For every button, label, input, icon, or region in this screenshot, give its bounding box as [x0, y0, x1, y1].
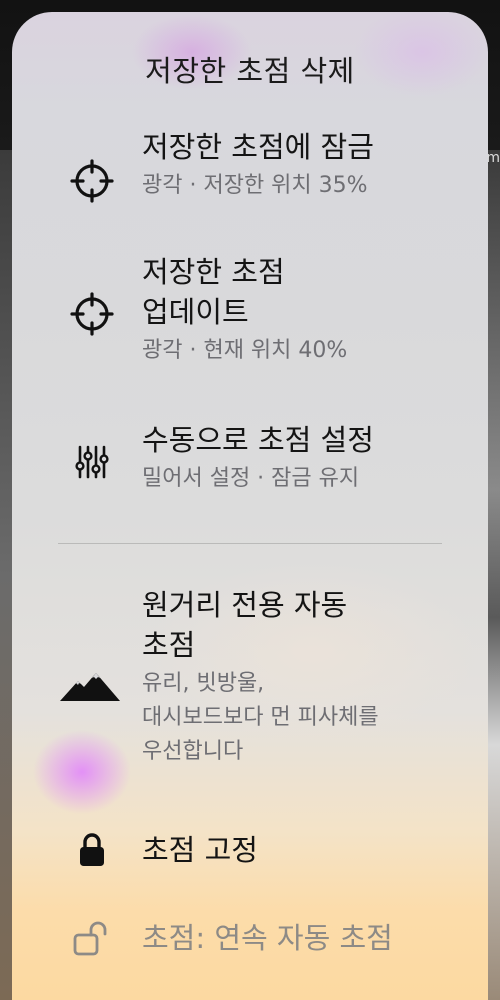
item-subtitle-line1: 유리, 빗방울,: [142, 671, 265, 696]
item-label: 저장한 초점에 잠금: [142, 130, 374, 164]
item-label-line2: 업데이트: [142, 295, 249, 329]
item-label-line1: 저장한 초점: [142, 255, 285, 289]
crosshair-icon: [68, 290, 116, 338]
menu-divider: [58, 543, 442, 544]
background-edge-right: [486, 150, 500, 1000]
item-subtitle: 광각 · 저장한 위치 35%: [142, 173, 368, 198]
crosshair-icon: [68, 157, 116, 205]
lock-icon: [68, 826, 116, 874]
item-subtitle: 광각 · 현재 위치 40%: [142, 338, 348, 363]
update-saved-focus-item[interactable]: 저장한 초점 업데이트 광각 · 현재 위치 40%: [12, 252, 488, 382]
unlock-icon: [68, 914, 116, 962]
item-label: 초점: 연속 자동 초점: [142, 921, 393, 955]
mountains-icon: [58, 663, 122, 711]
focus-menu-panel: 저장한 초점 삭제 저장한 초점에 잠금 광각 · 저장한 위치 35% 저장한…: [12, 12, 488, 1000]
item-label: 초점 고정: [142, 833, 258, 867]
background-edge-text: m: [486, 150, 500, 166]
item-subtitle: 밀어서 설정 · 잠금 유지: [142, 466, 360, 491]
item-subtitle-line2: 대시보드보다 먼 피사체를: [142, 705, 379, 730]
lock-to-saved-focus-item[interactable]: 저장한 초점에 잠금 광각 · 저장한 위치 35%: [12, 127, 488, 217]
far-only-autofocus-item[interactable]: 원거리 전용 자동 초점 유리, 빗방울, 대시보드보다 먼 피사체를 우선합니…: [12, 585, 488, 785]
focus-lock-item[interactable]: 초점 고정: [12, 830, 488, 880]
manual-focus-item[interactable]: 수동으로 초점 설정 밀어서 설정 · 잠금 유지: [12, 420, 488, 510]
item-label-line1: 원거리 전용 자동: [142, 588, 348, 622]
sliders-icon: [68, 438, 116, 486]
item-subtitle-line3: 우선합니다: [142, 739, 244, 764]
item-label: 수동으로 초점 설정: [142, 423, 374, 457]
item-label-line2: 초점: [142, 628, 196, 662]
continuous-autofocus-item[interactable]: 초점: 연속 자동 초점: [12, 918, 488, 968]
delete-saved-focus-button[interactable]: 저장한 초점 삭제: [12, 48, 488, 90]
